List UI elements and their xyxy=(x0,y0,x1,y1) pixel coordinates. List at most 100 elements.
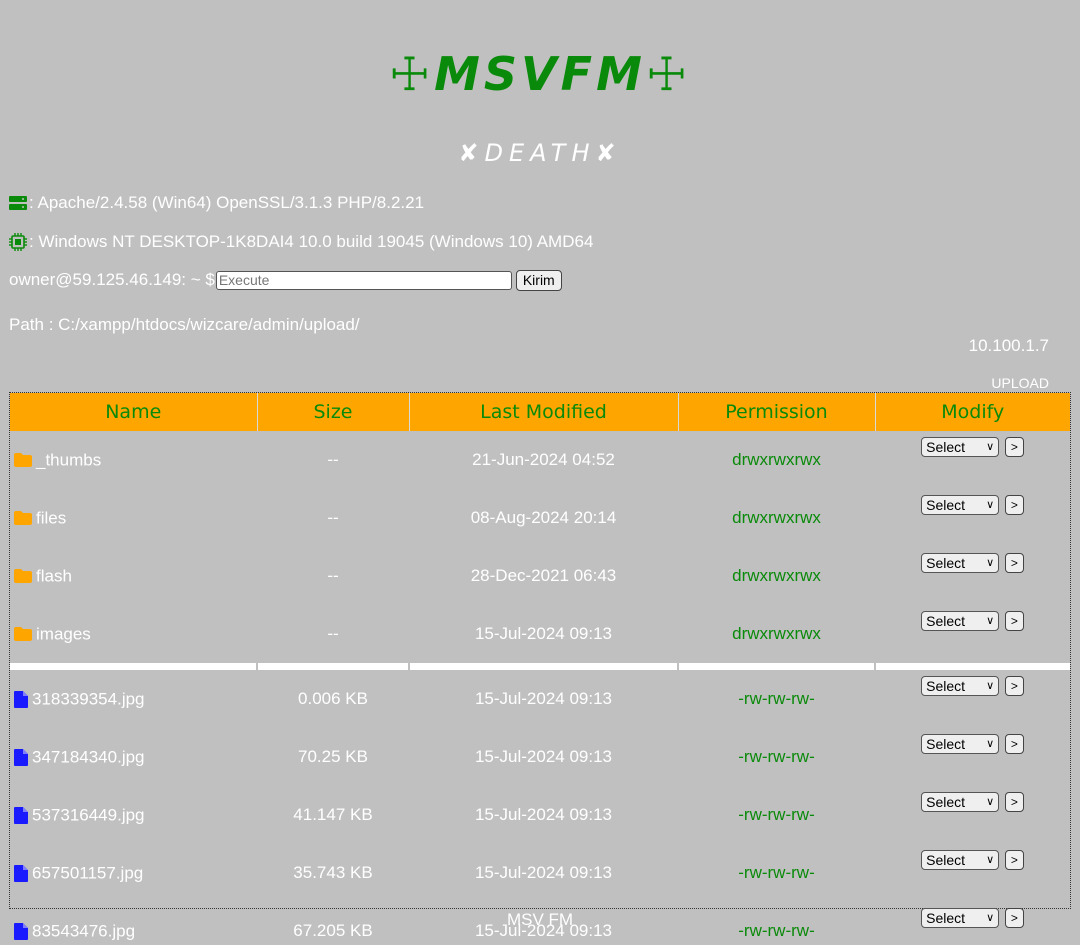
last-modified: 28-Dec-2021 06:43 xyxy=(470,566,617,585)
table-row: 657501157.jpg 35.743 KB 15-Jul-2024 09:1… xyxy=(10,844,1070,902)
file-icon xyxy=(14,806,28,824)
last-modified: 08-Aug-2024 20:14 xyxy=(470,508,617,527)
last-modified: 21-Jun-2024 04:52 xyxy=(472,450,615,469)
go-button[interactable]: > xyxy=(1004,495,1024,515)
file-icon xyxy=(14,690,28,708)
file-icon xyxy=(14,748,28,766)
chevron-down-icon: ∨ xyxy=(986,796,995,808)
folder-icon xyxy=(14,453,32,468)
os-info-line: : Windows NT DESKTOP-1K8DAI4 10.0 build … xyxy=(9,231,593,253)
subtitle: ✘DEATH✘ xyxy=(0,136,1080,170)
header-modify: Modify xyxy=(875,393,1070,431)
file-icon xyxy=(14,864,28,882)
table-row: 318339354.jpg 0.006 KB 15-Jul-2024 09:13… xyxy=(10,670,1070,728)
table-row: flash -- 28-Dec-2021 06:43 drwxrwxrwx Se… xyxy=(10,547,1070,605)
table-row: files -- 08-Aug-2024 20:14 drwxrwxrwx Se… xyxy=(10,489,1070,547)
file-size: 70.25 KB xyxy=(298,747,368,766)
permission-link[interactable]: drwxrwxrwx xyxy=(678,489,875,547)
cpu-chip-icon xyxy=(9,233,27,251)
section-divider xyxy=(10,663,1070,670)
table-row: images -- 15-Jul-2024 09:13 drwxrwxrwx S… xyxy=(10,605,1070,663)
file-name-link[interactable]: 347184340.jpg xyxy=(32,747,145,766)
header-size: Size xyxy=(257,393,410,431)
cross-right-icon: ☩ xyxy=(645,47,692,101)
table-header-row: Name Size Last Modified Permission Modif… xyxy=(10,393,1070,431)
select-label: Select xyxy=(926,555,966,571)
permission-link[interactable]: drwxrwxrwx xyxy=(678,547,875,605)
footer-text: MSV FM xyxy=(506,910,574,929)
select-label: Select xyxy=(926,439,966,455)
action-select[interactable]: Select ∨ xyxy=(921,553,1000,573)
action-select[interactable]: Select ∨ xyxy=(921,792,1000,812)
folder-name-link[interactable]: _thumbs xyxy=(36,450,101,469)
file-size: 0.006 KB xyxy=(298,689,368,708)
chevron-down-icon: ∨ xyxy=(986,738,995,750)
action-select[interactable]: Select ∨ xyxy=(921,437,1000,457)
action-select[interactable]: Select ∨ xyxy=(921,495,1000,515)
file-size: -- xyxy=(327,450,339,469)
action-select[interactable]: Select ∨ xyxy=(921,850,1000,870)
x-mark-right-icon: ✘ xyxy=(595,139,622,167)
go-button[interactable]: > xyxy=(1004,676,1024,696)
last-modified: 15-Jul-2024 09:13 xyxy=(474,747,613,766)
select-label: Select xyxy=(926,736,966,752)
file-name-link[interactable]: 318339354.jpg xyxy=(32,689,145,708)
permission-link[interactable]: -rw-rw-rw- xyxy=(678,670,875,728)
permission-link[interactable]: -rw-rw-rw- xyxy=(678,728,875,786)
execute-button[interactable]: Kirim xyxy=(515,269,562,291)
select-label: Select xyxy=(926,852,966,868)
folder-name-link[interactable]: flash xyxy=(36,566,72,585)
server-ip: 10.100.1.7 xyxy=(968,336,1049,355)
last-modified: 15-Jul-2024 09:13 xyxy=(474,863,613,882)
file-table: Name Size Last Modified Permission Modif… xyxy=(9,392,1071,940)
folder-name-link[interactable]: files xyxy=(36,508,66,527)
file-manager-page: ☩MSVFM☩ ✘DEATH✘ : Apache/2.4.58 (Win64) … xyxy=(0,0,1080,945)
chevron-down-icon: ∨ xyxy=(986,499,995,511)
file-size: 35.743 KB xyxy=(293,863,373,882)
table-row: 347184340.jpg 70.25 KB 15-Jul-2024 09:13… xyxy=(10,728,1070,786)
last-modified: 15-Jul-2024 09:13 xyxy=(474,624,613,643)
table-row: 537316449.jpg 41.147 KB 15-Jul-2024 09:1… xyxy=(10,786,1070,844)
file-name-link[interactable]: 657501157.jpg xyxy=(32,863,143,882)
current-path: Path : C:/xampp/htdocs/wizcare/admin/upl… xyxy=(9,315,360,334)
file-size: -- xyxy=(327,624,339,643)
upload-link[interactable]: UPLOAD xyxy=(991,374,1049,392)
table-row: _thumbs -- 21-Jun-2024 04:52 drwxrwxrwx … xyxy=(10,431,1070,489)
chevron-down-icon: ∨ xyxy=(986,680,995,692)
os-info-text: : Windows NT DESKTOP-1K8DAI4 10.0 build … xyxy=(29,232,594,251)
select-label: Select xyxy=(926,678,966,694)
logo-text: MSVFM xyxy=(434,47,646,101)
command-bar: owner@59.125.46.149: ~ $ Kirim xyxy=(9,269,562,291)
permission-link[interactable]: -rw-rw-rw- xyxy=(678,844,875,902)
folder-icon xyxy=(14,511,32,526)
permission-link[interactable]: -rw-rw-rw- xyxy=(678,786,875,844)
last-modified: 15-Jul-2024 09:13 xyxy=(474,689,613,708)
chevron-down-icon: ∨ xyxy=(986,557,995,569)
go-button[interactable]: > xyxy=(1004,611,1024,631)
chevron-down-icon: ∨ xyxy=(986,441,995,453)
chevron-down-icon: ∨ xyxy=(986,854,995,866)
server-info-text: : Apache/2.4.58 (Win64) OpenSSL/3.1.3 PH… xyxy=(29,193,425,212)
file-size: 41.147 KB xyxy=(293,805,373,824)
action-select[interactable]: Select ∨ xyxy=(921,734,1000,754)
go-button[interactable]: > xyxy=(1004,553,1024,573)
action-select[interactable]: Select ∨ xyxy=(921,611,1000,631)
folder-icon xyxy=(14,569,32,584)
folder-name-link[interactable]: images xyxy=(36,624,91,643)
server-icon xyxy=(9,196,27,210)
command-input[interactable] xyxy=(215,270,512,290)
go-button[interactable]: > xyxy=(1004,850,1024,870)
go-button[interactable]: > xyxy=(1004,437,1024,457)
header-name: Name xyxy=(10,393,258,431)
permission-link[interactable]: drwxrwxrwx xyxy=(678,605,875,663)
go-button[interactable]: > xyxy=(1004,734,1024,754)
file-size: -- xyxy=(327,566,339,585)
go-button[interactable]: > xyxy=(1004,792,1024,812)
cross-left-icon: ☩ xyxy=(388,47,435,101)
action-select[interactable]: Select ∨ xyxy=(921,676,1000,696)
file-name-link[interactable]: 537316449.jpg xyxy=(32,805,145,824)
permission-link[interactable]: drwxrwxrwx xyxy=(678,431,875,489)
select-label: Select xyxy=(926,794,966,810)
header-last-modified: Last Modified xyxy=(409,393,679,431)
file-size: -- xyxy=(327,508,339,527)
